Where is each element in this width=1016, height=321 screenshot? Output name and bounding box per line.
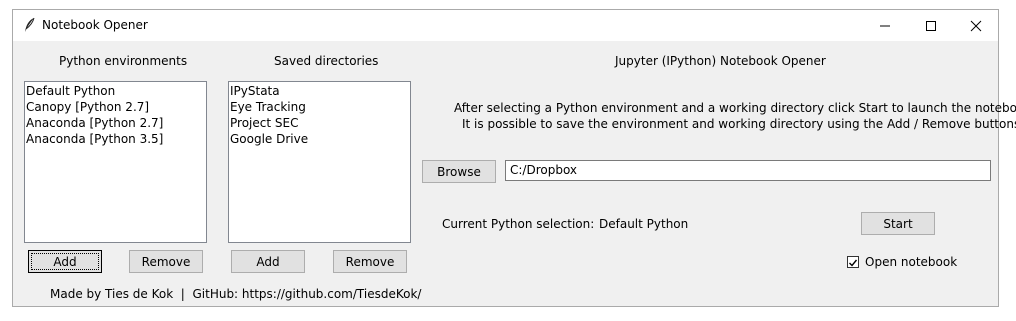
maximize-button[interactable] (908, 10, 954, 41)
python-environments-heading: Python environments (59, 54, 188, 68)
remove-directory-button[interactable]: Remove (333, 250, 407, 273)
open-notebook-checkbox[interactable] (847, 256, 859, 268)
title-bar[interactable]: Notebook Opener (13, 10, 998, 41)
minimize-icon (880, 25, 890, 26)
list-item[interactable]: Eye Tracking (230, 99, 409, 115)
close-icon (970, 20, 982, 31)
instructions-line-1: After selecting a Python environment and… (454, 101, 1016, 115)
list-item[interactable]: Canopy [Python 2.7] (26, 99, 205, 115)
checkmark-icon (849, 259, 858, 267)
footer-credit: Made by Ties de Kok | GitHub: https://gi… (50, 287, 422, 301)
open-notebook-label[interactable]: Open notebook (865, 255, 957, 269)
feather-icon (23, 17, 37, 33)
start-button[interactable]: Start (861, 212, 935, 235)
directories-listbox[interactable]: IPyStata Eye Tracking Project SEC Google… (228, 81, 411, 243)
list-item[interactable]: Anaconda [Python 2.7] (26, 115, 205, 131)
browse-button[interactable]: Browse (422, 160, 496, 183)
remove-environment-button[interactable]: Remove (129, 250, 203, 273)
current-selection-label: Current Python selection: (442, 217, 595, 231)
app-window: Notebook Opener Python environments Defa… (12, 9, 1016, 307)
saved-directories-heading: Saved directories (274, 54, 379, 68)
current-selection-value: Default Python (599, 217, 689, 231)
app-heading: Jupyter (IPython) Notebook Opener (615, 54, 826, 68)
close-button[interactable] (953, 10, 999, 41)
list-item[interactable]: Google Drive (230, 131, 409, 147)
minimize-button[interactable] (862, 10, 908, 41)
maximize-icon (926, 20, 936, 31)
add-directory-button[interactable]: Add (231, 250, 305, 273)
list-item[interactable]: IPyStata (230, 83, 409, 99)
add-environment-button[interactable]: Add (28, 250, 102, 273)
window-title: Notebook Opener (42, 18, 148, 32)
list-item[interactable]: Anaconda [Python 3.5] (26, 131, 205, 147)
environments-listbox[interactable]: Default Python Canopy [Python 2.7] Anaco… (24, 81, 207, 243)
list-item[interactable]: Default Python (26, 83, 205, 99)
list-item[interactable]: Project SEC (230, 115, 409, 131)
directory-input[interactable]: C:/Dropbox (505, 160, 991, 181)
instructions-line-2: It is possible to save the environment a… (462, 117, 1016, 131)
